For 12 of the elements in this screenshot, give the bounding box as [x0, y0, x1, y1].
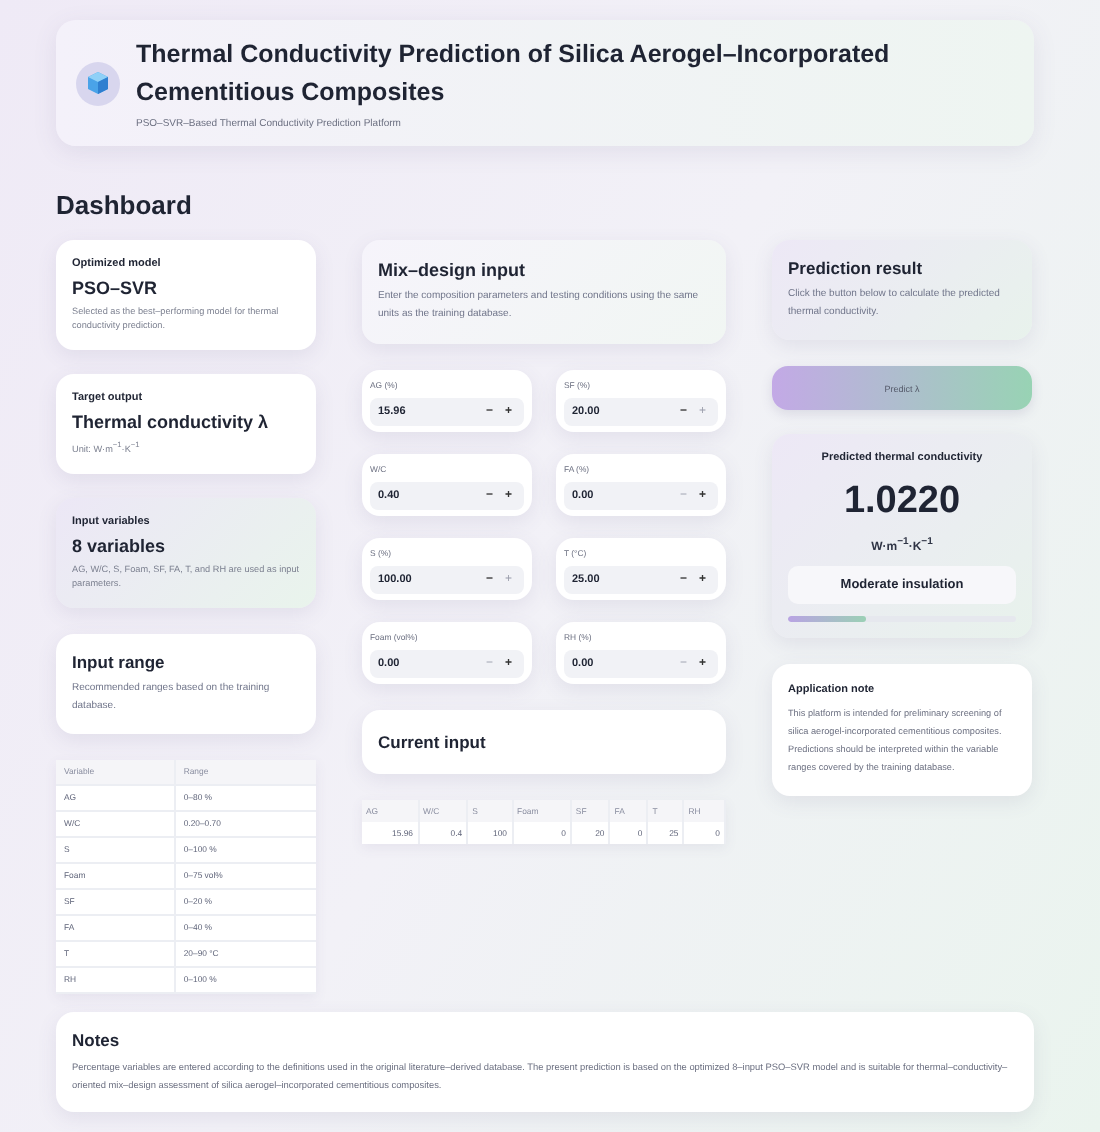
result-value: 1.0220	[841, 480, 963, 524]
section-title: Mix–design input	[378, 260, 528, 280]
section-title: Input range	[72, 651, 167, 672]
card-value: 8 variables	[72, 535, 168, 556]
section-title: Prediction result	[788, 258, 925, 278]
app-title: Thermal Conductivity Prediction of Silica Aerogel–Incorporated Cementitious Composites	[136, 38, 892, 110]
card-value: PSO–SVR	[72, 278, 160, 298]
notes-title: Notes	[72, 1029, 122, 1050]
page-title: Dashboard	[56, 190, 194, 220]
card-value: Thermal conductivity λ	[72, 412, 271, 432]
cube-icon	[76, 61, 120, 105]
section-title: Current input	[378, 732, 488, 752]
